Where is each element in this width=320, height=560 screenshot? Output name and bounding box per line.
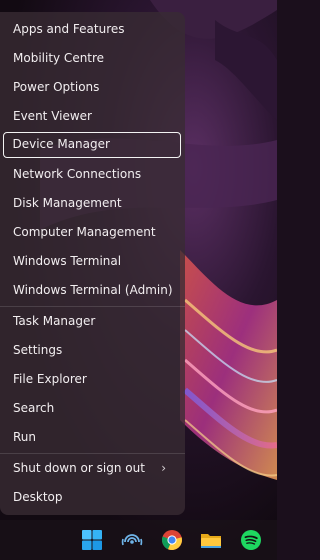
chevron-right-icon: › — [161, 461, 166, 475]
menu-item-label: Windows Terminal — [13, 254, 122, 268]
menu-item-power-options[interactable]: Power Options — [3, 74, 181, 100]
menu-item-network-connections[interactable]: Network Connections — [3, 161, 181, 187]
menu-item-label: Power Options — [13, 80, 100, 94]
menu-item-label: Run — [13, 430, 37, 444]
menu-item-apps-and-features[interactable]: Apps and Features — [3, 16, 181, 42]
menu-item-label: Network Connections — [13, 167, 142, 181]
menu-item-run[interactable]: Run — [3, 424, 181, 450]
quick-link-context-menu: Apps and Features Mobility Centre Power … — [0, 12, 185, 515]
menu-item-label: Settings — [13, 343, 63, 357]
wireless-icon[interactable] — [121, 529, 143, 551]
menu-item-label: Shut down or sign out — [13, 461, 145, 475]
menu-divider — [0, 453, 185, 454]
menu-item-label: Computer Management — [13, 225, 156, 239]
menu-item-event-viewer[interactable]: Event Viewer — [3, 103, 181, 129]
menu-item-label: Windows Terminal (Admin) — [13, 283, 173, 297]
menu-item-label: Mobility Centre — [13, 51, 105, 65]
menu-item-label: File Explorer — [13, 372, 87, 386]
chrome-icon[interactable] — [161, 529, 183, 551]
menu-item-disk-management[interactable]: Disk Management — [3, 190, 181, 216]
menu-item-mobility-centre[interactable]: Mobility Centre — [3, 45, 181, 71]
menu-item-settings[interactable]: Settings — [3, 337, 181, 363]
menu-item-label: Task Manager — [13, 314, 96, 328]
file-explorer-icon[interactable] — [200, 529, 222, 551]
menu-item-file-explorer[interactable]: File Explorer — [3, 366, 181, 392]
windows-start-icon[interactable] — [81, 529, 103, 551]
menu-item-desktop[interactable]: Desktop — [3, 484, 181, 510]
menu-item-label: Apps and Features — [13, 22, 125, 36]
menu-item-search[interactable]: Search — [3, 395, 181, 421]
menu-item-label: Search — [13, 401, 55, 415]
spotify-icon[interactable] — [240, 529, 262, 551]
taskbar — [0, 520, 277, 560]
menu-item-label: Disk Management — [13, 196, 122, 210]
menu-item-label: Event Viewer — [13, 109, 92, 123]
menu-item-label: Desktop — [13, 490, 63, 504]
menu-item-windows-terminal[interactable]: Windows Terminal — [3, 248, 181, 274]
menu-item-label: Device Manager — [12, 137, 110, 151]
menu-item-computer-management[interactable]: Computer Management — [3, 219, 181, 245]
menu-item-shut-down-or-sign-out[interactable]: Shut down or sign out › — [3, 455, 181, 481]
menu-item-windows-terminal-admin[interactable]: Windows Terminal (Admin) — [3, 277, 181, 303]
menu-item-task-manager[interactable]: Task Manager — [3, 308, 181, 334]
menu-item-device-manager[interactable]: Device Manager — [3, 132, 181, 158]
menu-divider — [0, 306, 185, 307]
